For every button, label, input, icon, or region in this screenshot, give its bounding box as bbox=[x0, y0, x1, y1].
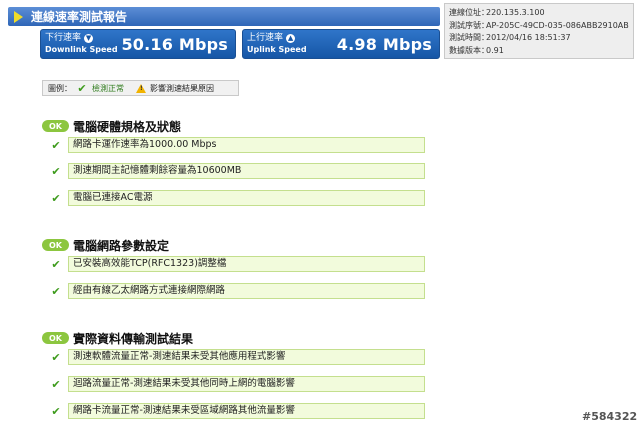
checkmark-icon: ✔ bbox=[51, 257, 61, 271]
checkmark-icon: ✔ bbox=[51, 164, 61, 178]
test-info-panel: 連線位址： 220.135.3.100 測試序號： AP-205C-49CD-0… bbox=[444, 3, 634, 59]
list-item-text: 測速軟體流量正常-測速結果未受其他應用程式影響 bbox=[68, 349, 425, 365]
ok-badge: OK bbox=[42, 332, 69, 344]
arrow-down-circle-icon: ▼ bbox=[84, 34, 94, 43]
downlink-label: 下行速率 ▼ Downlink Speed bbox=[45, 33, 118, 55]
list-item-text: 網路卡運作速率為1000.00 Mbps bbox=[68, 137, 425, 153]
section-network-title: 電腦網路參數設定 bbox=[73, 238, 170, 253]
downlink-label-en: Downlink Speed bbox=[45, 45, 118, 54]
list-item: ✔ 經由有線乙太網路方式連接網際網路 bbox=[50, 283, 425, 299]
report-title-bar: 連線速率測試報告 bbox=[8, 7, 440, 26]
list-item: ✔ 已安裝高效能TCP(RFC1323)調整檔 bbox=[50, 256, 425, 272]
checkmark-icon: ✔ bbox=[51, 191, 61, 205]
downlink-label-zh: 下行速率 bbox=[45, 33, 82, 43]
list-item: ✔ 測速期間主記憶體剩餘容量為10600MB bbox=[50, 163, 425, 179]
legend-ok-text: 檢測正常 bbox=[92, 83, 124, 93]
list-item-text: 經由有線乙太網路方式連接網際網路 bbox=[68, 283, 425, 299]
uplink-label-en: Uplink Speed bbox=[247, 45, 307, 54]
info-row-time: 測試時間： 2012/04/16 18:51:37 bbox=[449, 33, 571, 42]
downlink-speed-value: 50.16 Mbps bbox=[121, 34, 228, 54]
list-item-text: 電腦已連接AC電源 bbox=[68, 190, 425, 206]
checkmark-icon: ✔ bbox=[51, 377, 61, 391]
info-row-address: 連線位址： 220.135.3.100 bbox=[449, 8, 545, 17]
legend: 圖例： ✔ 檢測正常 影響測速結果原因 bbox=[42, 80, 239, 96]
list-item: ✔ 網路卡流量正常-測速結果未受區域網路其他流量影響 bbox=[50, 403, 425, 419]
uplink-label-zh: 上行速率 bbox=[247, 33, 284, 43]
checkmark-icon: ✔ bbox=[77, 81, 87, 95]
uplink-speed-value: 4.98 Mbps bbox=[336, 34, 432, 54]
watermark: #584322 bbox=[582, 410, 638, 423]
list-item-text: 網路卡流量正常-測速結果未受區域網路其他流量影響 bbox=[68, 403, 425, 419]
arrow-up-circle-icon: ▲ bbox=[286, 34, 296, 43]
section-transfer-title: 實際資料傳輸測試結果 bbox=[73, 331, 194, 346]
checkmark-icon: ✔ bbox=[51, 284, 61, 298]
list-item: ✔ 電腦已連接AC電源 bbox=[50, 190, 425, 206]
uplink-label: 上行速率 ▲ Uplink Speed bbox=[247, 33, 307, 55]
list-item: ✔ 網路卡運作速率為1000.00 Mbps bbox=[50, 137, 425, 153]
report-title: 連線速率測試報告 bbox=[31, 10, 128, 24]
section-network-header: OK 電腦網路參數設定 bbox=[42, 238, 170, 253]
section-transfer-header: OK 實際資料傳輸測試結果 bbox=[42, 331, 194, 346]
list-item-text: 迴路流量正常-測速結果未受其他同時上網的電腦影響 bbox=[68, 376, 425, 392]
play-triangle-icon bbox=[14, 10, 23, 23]
downlink-speed-box: 下行速率 ▼ Downlink Speed 50.16 Mbps bbox=[40, 29, 236, 59]
checkmark-icon: ✔ bbox=[51, 350, 61, 364]
list-item-text: 已安裝高效能TCP(RFC1323)調整檔 bbox=[68, 256, 425, 272]
info-row-serial: 測試序號： AP-205C-49CD-035-086ABB2910AB bbox=[449, 20, 629, 30]
legend-label: 圖例： bbox=[48, 83, 72, 93]
info-row-version: 數據版本： 0.91 bbox=[449, 45, 504, 55]
warning-icon bbox=[136, 83, 146, 93]
uplink-speed-box: 上行速率 ▲ Uplink Speed 4.98 Mbps bbox=[242, 29, 440, 59]
list-item-text: 測速期間主記憶體剩餘容量為10600MB bbox=[68, 163, 425, 179]
ok-badge: OK bbox=[42, 239, 69, 251]
legend-warn-text: 影響測速結果原因 bbox=[150, 83, 214, 93]
checkmark-icon: ✔ bbox=[51, 404, 61, 418]
list-item: ✔ 迴路流量正常-測速結果未受其他同時上網的電腦影響 bbox=[50, 376, 425, 392]
section-hardware-header: OK 電腦硬體規格及狀態 bbox=[42, 119, 182, 134]
checkmark-icon: ✔ bbox=[51, 138, 61, 152]
ok-badge: OK bbox=[42, 120, 69, 132]
section-hardware-title: 電腦硬體規格及狀態 bbox=[73, 119, 182, 134]
list-item: ✔ 測速軟體流量正常-測速結果未受其他應用程式影響 bbox=[50, 349, 425, 365]
